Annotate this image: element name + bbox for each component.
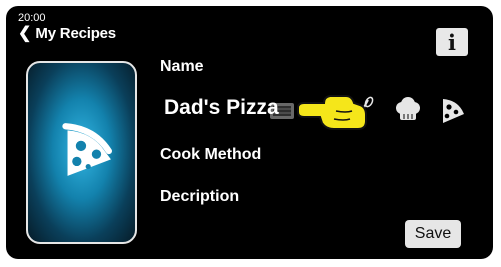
name-label: Name	[160, 58, 204, 75]
info-icon: i	[448, 29, 456, 55]
clock-time: 20:00	[18, 12, 46, 24]
recipe-editor-screen: 20:00 ❮ My Recipes i Name Dad's Pizza Co…	[6, 6, 493, 259]
info-button[interactable]: i	[436, 28, 468, 56]
chef-hat-icon[interactable]	[391, 94, 423, 126]
save-button[interactable]: Save	[405, 220, 461, 248]
chevron-left-icon: ❮	[18, 25, 32, 42]
pointing-hand-icon	[297, 95, 367, 130]
pizza-slice-icon[interactable]	[434, 94, 466, 126]
recipe-image-card[interactable]	[26, 61, 137, 244]
cook-method-label: Cook Method	[160, 146, 262, 163]
back-label: My Recipes	[35, 25, 116, 42]
description-label: Decription	[160, 188, 240, 205]
back-button[interactable]: ❮ My Recipes	[18, 26, 116, 42]
pizza-slice-icon	[62, 123, 112, 176]
